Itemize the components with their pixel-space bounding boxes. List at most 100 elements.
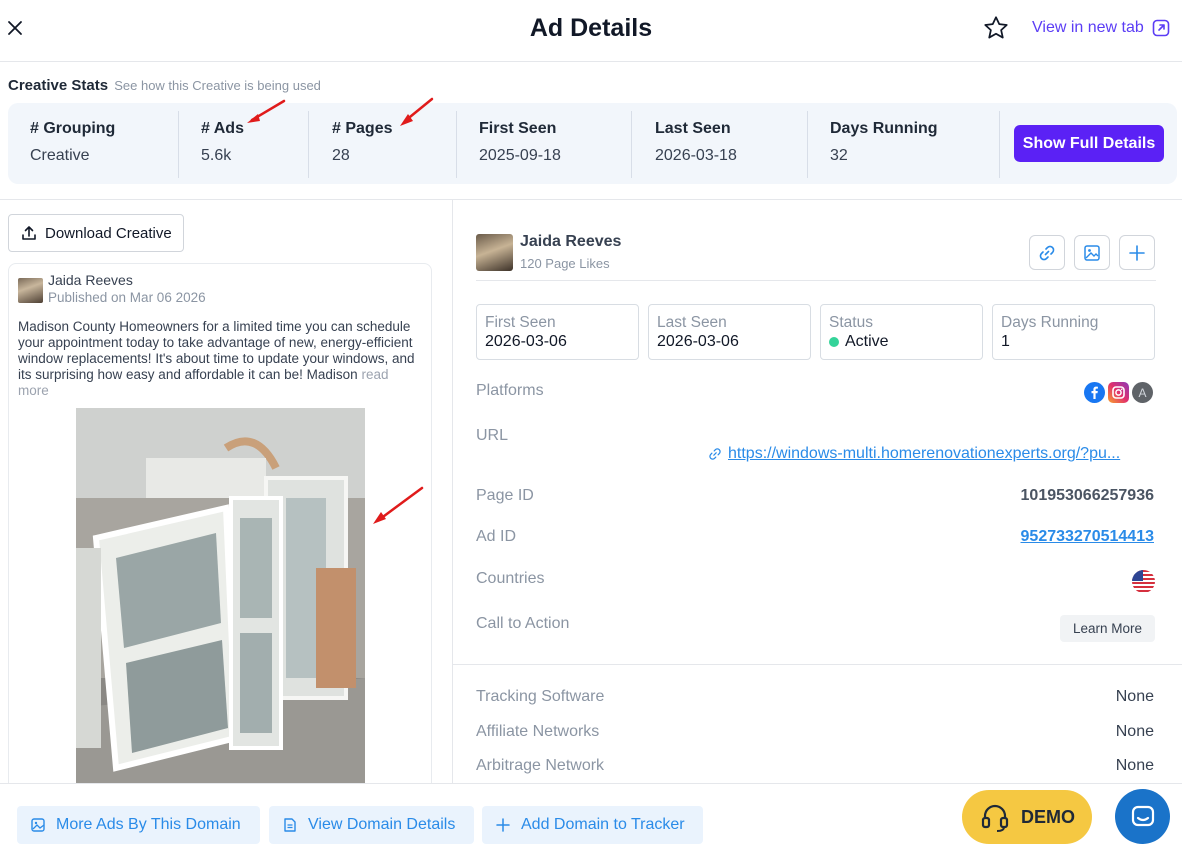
stat-value: 28: [332, 147, 350, 164]
status-active-dot-icon: [829, 337, 839, 347]
stat-grouping: # Grouping Creative: [30, 103, 115, 184]
us-flag-icon: [1132, 570, 1155, 593]
audience-network-icon: A: [1132, 382, 1153, 403]
stat-divider: [631, 111, 632, 178]
facebook-icon: [1084, 382, 1105, 403]
info-label: Status: [829, 314, 873, 331]
images-icon: [31, 818, 45, 832]
stat-label: Days Running: [830, 120, 938, 137]
ad-author-name: Jaida Reeves: [48, 272, 133, 288]
advertiser-name: Jaida Reeves: [520, 233, 622, 250]
info-last-seen: Last Seen 2026-03-06: [648, 304, 811, 360]
creative-stats-subtitle: See how this Creative is being used: [114, 78, 321, 93]
stat-label: # Pages: [332, 120, 393, 137]
stat-divider: [999, 111, 1000, 178]
link-icon: [709, 448, 721, 460]
plus-icon: [496, 818, 510, 832]
page-id-value: 101953066257936: [1020, 487, 1154, 504]
ad-body: Madison County Homeowners for a limited …: [18, 319, 415, 382]
add-button[interactable]: [1119, 235, 1155, 270]
stat-divider: [178, 111, 179, 178]
tracking-software-value: None: [1115, 688, 1154, 705]
creative-stats-card: # Grouping Creative # Ads 5.6k # Pages 2…: [8, 103, 1177, 184]
platform-icons: A: [1084, 382, 1153, 403]
info-value: 1: [1001, 333, 1010, 350]
url-link[interactable]: https://windows-multi.homerenovationexpe…: [708, 445, 1120, 463]
info-status: Status Active: [820, 304, 983, 360]
info-label: First Seen: [485, 314, 556, 331]
view-in-new-tab-label: View in new tab: [1032, 19, 1144, 36]
advertiser-page-likes: 120 Page Likes: [520, 256, 610, 271]
image-icon: [1084, 244, 1100, 261]
view-domain-details-button[interactable]: View Domain Details: [269, 806, 474, 844]
stat-value: 5.6k: [201, 147, 232, 164]
stat-divider: [807, 111, 808, 178]
stat-value: 2025-09-18: [479, 147, 561, 164]
star-icon[interactable]: [982, 14, 1010, 42]
stat-value: Creative: [30, 147, 90, 164]
stat-pages: # Pages 28: [332, 103, 392, 184]
column-divider: [452, 200, 453, 783]
stat-ads: # Ads 5.6k: [201, 103, 244, 184]
download-icon: [22, 226, 36, 240]
stat-label: # Ads: [201, 120, 244, 137]
advertiser-avatar: [476, 234, 513, 271]
creative-stats-title: Creative Stats: [8, 77, 109, 94]
document-icon: [284, 818, 296, 832]
download-creative-label: Download Creative: [45, 224, 172, 242]
cta-value-badge: Learn More: [1060, 615, 1155, 642]
annotation-arrow-icon: [373, 486, 424, 524]
headset-icon: [981, 804, 1009, 832]
link-icon: [1039, 245, 1055, 260]
copy-link-button[interactable]: [1029, 235, 1065, 270]
creative-stats-heading: Creative Stats See how this Creative is …: [8, 77, 321, 94]
ad-preview-card: Jaida Reeves Published on Mar 06 2026 Ma…: [8, 263, 432, 793]
windows-warehouse-photo: [76, 408, 365, 792]
page-id-label: Page ID: [476, 487, 534, 504]
info-days-running: Days Running 1: [992, 304, 1155, 360]
section-divider: [0, 199, 1182, 200]
details-divider: [453, 664, 1182, 665]
stat-label: Last Seen: [655, 120, 731, 137]
avatar: [18, 278, 43, 303]
stat-label: First Seen: [479, 120, 557, 137]
ad-creative-image[interactable]: [76, 408, 365, 792]
ad-id-label: Ad ID: [476, 528, 517, 545]
stat-divider: [308, 111, 309, 178]
header: Ad Details View in new tab: [0, 0, 1182, 62]
info-label: Last Seen: [657, 314, 727, 331]
add-tracker-label: Add Domain to Tracker: [521, 816, 685, 833]
external-link-icon: [1152, 19, 1170, 37]
info-value: 2026-03-06: [657, 333, 739, 350]
demo-button[interactable]: DEMO: [962, 790, 1092, 844]
annotation-arrow-icon: [400, 97, 434, 126]
advertiser-divider: [476, 280, 1156, 281]
view-image-button[interactable]: [1074, 235, 1110, 270]
url-text: https://windows-multi.homerenovationexpe…: [728, 445, 1121, 462]
more-ads-label: More Ads By This Domain: [56, 816, 241, 833]
stat-last-seen: Last Seen 2026-03-18: [655, 103, 737, 184]
add-domain-to-tracker-button[interactable]: Add Domain to Tracker: [482, 806, 703, 844]
info-label: Days Running: [1001, 314, 1099, 331]
view-in-new-tab-link[interactable]: View in new tab: [1032, 19, 1170, 37]
stat-first-seen: First Seen 2025-09-18: [479, 103, 561, 184]
chat-icon: [1131, 805, 1154, 826]
ad-id-link[interactable]: 952733270514413: [1021, 528, 1154, 546]
cta-label: Call to Action: [476, 615, 570, 632]
ad-body-text: Madison County Homeowners for a limited …: [18, 319, 418, 399]
annotation-arrow-icon: [247, 99, 286, 123]
affiliate-networks-label: Affiliate Networks: [476, 723, 600, 740]
more-ads-by-domain-button[interactable]: More Ads By This Domain: [17, 806, 260, 844]
arbitrage-network-value: None: [1115, 757, 1154, 774]
stat-label: # Grouping: [30, 120, 116, 137]
arbitrage-network-label: Arbitrage Network: [476, 757, 605, 774]
show-full-details-button[interactable]: Show Full Details: [1014, 125, 1164, 162]
affiliate-networks-value: None: [1115, 723, 1154, 740]
chat-launcher-button[interactable]: [1115, 789, 1170, 844]
ad-published-date: Published on Mar 06 2026: [48, 290, 206, 305]
view-domain-label: View Domain Details: [308, 816, 456, 833]
stat-value: 2026-03-18: [655, 147, 737, 164]
status-text: Active: [845, 333, 889, 350]
countries-label: Countries: [476, 570, 545, 587]
download-creative-button[interactable]: Download Creative: [8, 214, 184, 252]
